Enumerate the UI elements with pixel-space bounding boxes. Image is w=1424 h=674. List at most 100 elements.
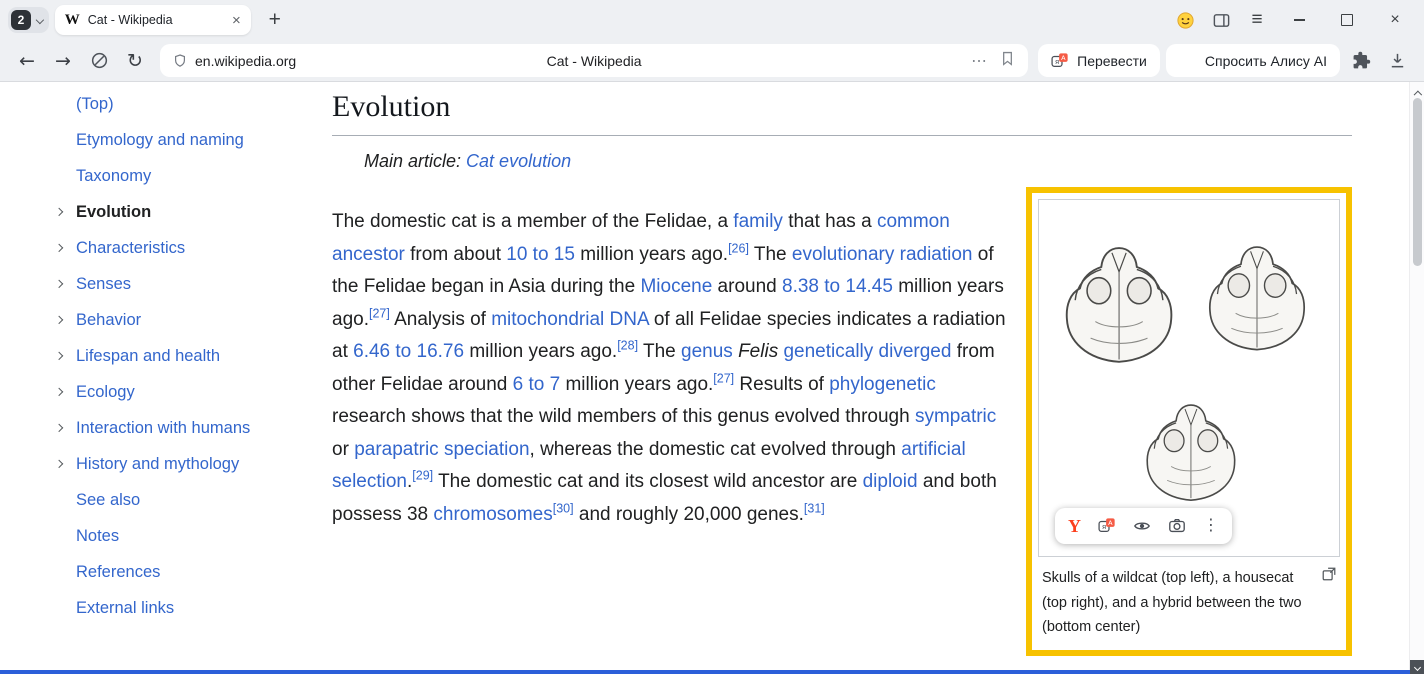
toc-expand-control[interactable] [56,317,76,323]
article-link[interactable]: phylogenetic [829,374,936,395]
extensions-button[interactable] [1346,46,1376,76]
tab-counter-badge[interactable]: 2 [11,10,31,30]
figure-expand-button[interactable] [1321,566,1339,584]
article-link[interactable]: genus [681,341,733,362]
reference-link[interactable]: [26] [728,241,749,255]
toc-item[interactable]: Evolution [56,194,250,230]
toc-item[interactable]: Lifespan and health [56,338,250,374]
article-link[interactable]: 6 to 7 [513,374,561,395]
article-text: million years ago. [464,341,617,362]
yandex-logo-icon[interactable]: Y [1068,517,1081,535]
reference-link[interactable]: [29] [412,469,433,483]
toc-item[interactable]: Senses [56,266,250,302]
toc-item[interactable]: External links [56,590,250,626]
reference-link[interactable]: [30] [553,501,574,515]
toc-expand-control[interactable] [56,389,76,395]
toc-item[interactable]: References [56,554,250,590]
image-more-options-button[interactable]: ⋮ [1203,518,1219,534]
reference-sup: [28] [617,339,638,353]
article-figure: Y ⋮ [1026,187,1352,656]
image-view-button[interactable] [1133,517,1151,535]
image-hover-toolbar: Y ⋮ [1055,508,1232,544]
article-link[interactable]: genetically diverged [783,341,951,362]
article-link[interactable]: Miocene [640,276,712,297]
window-close-button[interactable]: × [1374,2,1416,38]
main-article-link[interactable]: Cat evolution [466,151,571,171]
article-text: from about [405,244,506,265]
reference-link[interactable]: [27] [369,306,390,320]
new-tab-button[interactable]: + [261,6,289,34]
visual-search-button[interactable] [1168,517,1186,535]
reload-button[interactable]: ↻ [120,46,150,76]
back-button[interactable]: ← [12,46,42,76]
reference-sup: [30] [553,501,574,515]
toc-expand-control[interactable] [56,245,76,251]
toc-expand-control[interactable] [56,461,76,467]
article-text: , whereas the domestic cat evolved throu… [530,439,902,460]
toc-item[interactable]: History and mythology [56,446,250,482]
forward-button[interactable]: → [48,46,78,76]
article-row: The domestic cat is a member of the Feli… [332,187,1352,656]
active-tab[interactable]: W Cat - Wikipedia × [55,5,251,35]
address-overflow-button[interactable]: ⋯ [971,51,987,71]
article-link[interactable]: 10 to 15 [506,244,575,265]
downloads-button[interactable] [1382,46,1412,76]
article-text: Analysis of [390,309,491,330]
toc-item-label: Taxonomy [76,167,151,186]
toc-expand-control[interactable] [56,425,76,431]
protect-button[interactable] [84,46,114,76]
article-link[interactable]: mitochondrial DNA [491,309,648,330]
toc-item[interactable]: Ecology [56,374,250,410]
toc-item-label: Interaction with humans [76,419,250,438]
bookmark-button[interactable] [999,50,1016,72]
tab-group-control[interactable]: 2 [8,7,49,33]
toc-item[interactable]: Characteristics [56,230,250,266]
toc-item[interactable]: Taxonomy [56,158,250,194]
toc-item[interactable]: Interaction with humans [56,410,250,446]
article-text: research shows that the wild members of … [332,406,915,427]
hamburger-menu-icon: ≡ [1251,9,1262,31]
article-link[interactable]: diploid [863,471,918,492]
toc-expand-control[interactable] [56,281,76,287]
article-link[interactable]: chromosomes [433,504,552,525]
tabs-dropdown-chevron-icon[interactable] [36,16,44,24]
toc-item[interactable]: (Top) [56,86,250,122]
toc-expand-control[interactable] [56,209,76,215]
reference-link[interactable]: [28] [617,339,638,353]
article-link[interactable]: sympatric [915,406,996,427]
article-text: The [638,341,681,362]
figure-caption-area: Skulls of a wildcat (top left), a housec… [1032,557,1346,650]
page-scrollbar[interactable] [1409,82,1424,674]
article-link[interactable]: 8.38 to 14.45 [782,276,893,297]
toc-item[interactable]: Etymology and naming [56,122,250,158]
blocked-circle-icon [90,51,109,70]
reference-link[interactable]: [31] [804,501,825,515]
article-text: around [712,276,782,297]
chevron-right-icon [55,424,63,432]
reference-link[interactable]: [27] [713,371,734,385]
address-bar-actions: ⋯ [971,50,1016,72]
toc-item[interactable]: Behavior [56,302,250,338]
article-link[interactable]: evolutionary radiation [792,244,973,265]
window-minimize-button[interactable] [1278,2,1320,38]
toc-item[interactable]: See also [56,482,250,518]
eye-icon [1133,517,1151,535]
article-link[interactable]: family [733,211,783,232]
side-panel-button[interactable] [1206,5,1236,35]
address-bar[interactable]: en.wikipedia.org Cat - Wikipedia ⋯ [160,44,1028,77]
figure-image[interactable]: Y ⋮ [1038,199,1340,557]
scrollbar-thumb[interactable] [1413,98,1422,266]
article-link[interactable]: 6.46 to 16.76 [353,341,464,362]
image-translate-button[interactable] [1098,517,1116,535]
scroll-down-button[interactable] [1410,660,1424,674]
url-domain: en.wikipedia.org [195,53,296,69]
assistant-emoji-button[interactable] [1170,5,1200,35]
ask-alice-button[interactable]: Спросить Алису AI [1166,44,1340,77]
browser-menu-button[interactable]: ≡ [1242,5,1272,35]
translate-button[interactable]: Перевести [1038,44,1160,77]
window-maximize-button[interactable] [1326,2,1368,38]
toc-expand-control[interactable] [56,353,76,359]
tab-close-button[interactable]: × [232,13,241,28]
toc-item[interactable]: Notes [56,518,250,554]
article-link[interactable]: parapatric speciation [354,439,529,460]
